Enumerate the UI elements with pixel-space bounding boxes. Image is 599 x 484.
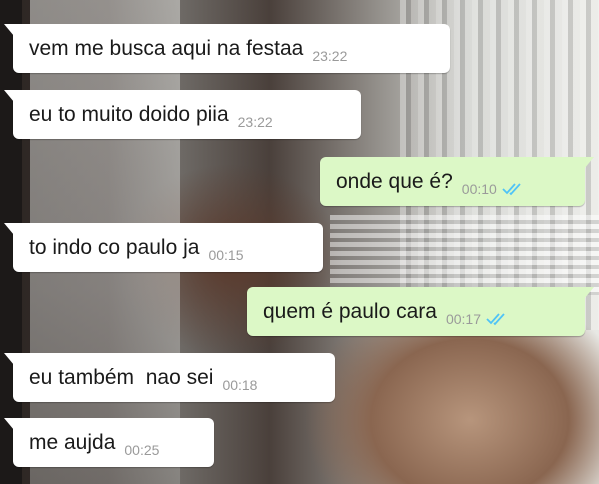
- outgoing-message-bubble[interactable]: quem é paulo cara 00:17: [247, 287, 594, 336]
- message-text: quem é paulo cara: [263, 299, 437, 323]
- message-text: eu também nao sei: [29, 365, 214, 389]
- message-timestamp: 00:10: [461, 180, 497, 197]
- message-timestamp: 23:22: [312, 47, 348, 64]
- message-timestamp: 00:25: [124, 441, 160, 458]
- message-timestamp: 00:17: [445, 310, 481, 327]
- background-shelf: [330, 215, 599, 295]
- message-text: me aujda: [29, 430, 116, 454]
- double-check-read-icon: [486, 312, 508, 326]
- message-timestamp: 00:15: [208, 246, 244, 263]
- incoming-message-bubble[interactable]: me aujda 00:25: [4, 418, 214, 467]
- message-timestamp: 23:22: [237, 113, 273, 130]
- outgoing-message-bubble[interactable]: onde que é? 00:10: [320, 157, 594, 206]
- double-check-read-icon: [502, 182, 524, 196]
- message-timestamp: 00:18: [222, 376, 258, 393]
- incoming-message-bubble[interactable]: eu to muito doido piia 23:22: [4, 90, 361, 139]
- message-text: onde que é?: [336, 169, 453, 193]
- message-text: to indo co paulo ja: [29, 235, 200, 259]
- incoming-message-bubble[interactable]: vem me busca aqui na festaa 23:22: [4, 24, 450, 73]
- message-text: vem me busca aqui na festaa: [29, 36, 304, 60]
- incoming-message-bubble[interactable]: eu também nao sei 00:18: [4, 353, 335, 402]
- incoming-message-bubble[interactable]: to indo co paulo ja 00:15: [4, 223, 323, 272]
- message-text: eu to muito doido piia: [29, 102, 229, 126]
